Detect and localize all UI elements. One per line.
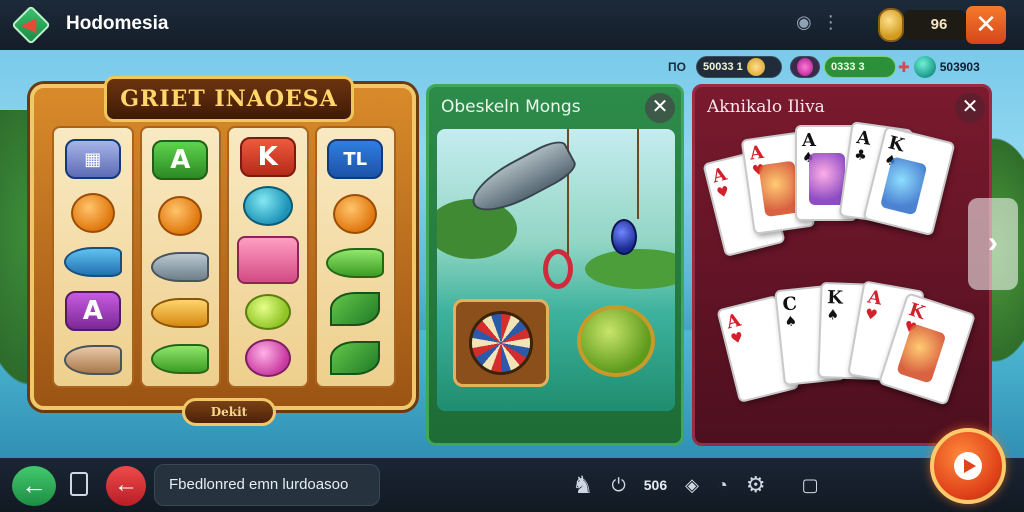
top-icons: ◉ ⋮ xyxy=(796,12,840,33)
slot-symbol-swirl-icon xyxy=(242,186,293,227)
gold-coin-icon xyxy=(878,8,904,42)
roulette-wheel-icon[interactable] xyxy=(453,299,549,387)
slot-symbol-fish-icon xyxy=(244,293,291,330)
slot-symbol-palm-icon xyxy=(330,340,381,375)
slot-symbol-a-icon: A xyxy=(152,140,209,180)
settings-dot-icon[interactable]: ◉ xyxy=(796,12,812,33)
close-button[interactable]: ✕ xyxy=(966,6,1006,44)
fishing-game-panel[interactable]: Obeskeln Mongs ✕ xyxy=(426,84,684,446)
next-arrow-icon[interactable]: › xyxy=(968,198,1018,290)
slot-symbol-shell-icon xyxy=(158,196,203,236)
reel-2: A xyxy=(139,126,221,388)
gear-icon[interactable]: ⚙ xyxy=(746,472,766,498)
play-button[interactable] xyxy=(930,428,1006,504)
return-button[interactable]: ← xyxy=(106,466,146,506)
card-rank: K xyxy=(826,287,844,309)
more-options-icon[interactable]: ⋮ xyxy=(822,12,840,33)
ring-lure-icon xyxy=(543,249,573,289)
chat-icon[interactable]: ▢ xyxy=(802,475,819,496)
back-button[interactable]: ← xyxy=(12,466,56,506)
card-rank: C xyxy=(781,293,799,316)
blue-lure-icon xyxy=(611,219,637,255)
fishing-line xyxy=(637,129,639,219)
bottom-bar: ← ← Fbedlonred emn lurdoasoo ♞ ⏻ 506 ◈ ◔… xyxy=(0,458,1024,512)
slot-symbol-fish-icon xyxy=(151,298,210,328)
slot-symbol-palm-icon xyxy=(330,292,381,327)
document-icon[interactable] xyxy=(70,472,88,496)
slot-symbol-fish-icon xyxy=(151,252,210,282)
card-title: Aknikalo Iliva xyxy=(707,97,825,117)
search-input[interactable]: Fbedlonred emn lurdoasoo xyxy=(154,464,380,506)
status-label: ПО xyxy=(668,60,686,74)
score-value: 503903 xyxy=(939,60,980,74)
slot-symbol-leaf-icon xyxy=(151,344,210,374)
card-rank: A xyxy=(802,130,816,151)
gem-pill xyxy=(790,56,820,78)
slot-symbol-k-icon: K xyxy=(239,136,296,177)
reel-3: K xyxy=(227,126,309,388)
gem-icon xyxy=(797,58,813,76)
card-game-panel[interactable]: Aknikalo Iliva ✕ A ♥ A ♥ A ♠ A ♣ K ♠ A ♥… xyxy=(692,84,992,446)
slot-symbol-shell-icon xyxy=(333,193,378,234)
top-bar: ◀ Hodomesia ◉ ⋮ 96 ✕ xyxy=(0,0,1024,50)
reel-4: TL xyxy=(314,126,396,388)
energy-pill: 0333 3 xyxy=(824,56,896,78)
energy-value: 0333 3 xyxy=(831,61,865,73)
fishing-close-button[interactable]: ✕ xyxy=(645,93,675,123)
coin-icon xyxy=(746,58,765,76)
slot-symbol-fish-icon xyxy=(244,339,291,378)
slot-reels: ▦ A A K TL xyxy=(52,126,396,388)
globe-icon[interactable] xyxy=(913,56,936,78)
reel-1: ▦ A xyxy=(52,126,134,388)
app-logo-icon[interactable]: ◀ xyxy=(11,5,51,45)
app-title: Hodomesia xyxy=(66,13,169,34)
slot-symbol-fish-icon xyxy=(63,247,122,277)
fishing-title: Obeskeln Mongs xyxy=(441,97,581,117)
slot-badge[interactable]: Dekit xyxy=(182,398,276,426)
add-button[interactable]: ✚ xyxy=(898,59,910,76)
bottom-toolbar: ♞ ⏻ 506 ◈ ◔ ⚙ ▢ xyxy=(572,470,819,500)
pet-icon[interactable]: ♞ xyxy=(572,471,594,500)
card-art xyxy=(809,153,845,205)
slot-symbol-a-icon: A xyxy=(64,291,121,331)
balance-value: 50033 1 xyxy=(703,61,743,73)
slot-symbol-fish-icon xyxy=(63,345,122,375)
diamond-icon[interactable]: ◈ xyxy=(685,475,699,496)
slot-title: GRIET INAOESA xyxy=(104,76,354,122)
green-coin-icon[interactable] xyxy=(577,305,655,377)
slot-symbol-fish-icon xyxy=(236,235,299,284)
fish-icon xyxy=(464,135,580,223)
bottom-count: 506 xyxy=(643,477,668,493)
balance-pill: 50033 1 xyxy=(696,56,782,78)
slot-symbol-shell-icon xyxy=(70,193,115,233)
coin-count: 96 xyxy=(904,10,966,40)
slot-symbol-frog-icon xyxy=(326,247,385,278)
power-icon[interactable]: ⏻ xyxy=(612,475,626,496)
status-strip: ПО 50033 1 0333 3 ✚ 503903 xyxy=(668,54,1024,80)
island-icon xyxy=(585,249,675,289)
slot-symbol-box-icon: ▦ xyxy=(64,139,121,179)
fishing-scene xyxy=(437,129,675,411)
timer-icon[interactable]: ◔ xyxy=(717,475,728,496)
slot-symbol-tl-icon: TL xyxy=(327,139,384,180)
card-close-button[interactable]: ✕ xyxy=(955,93,985,123)
slot-machine-panel[interactable]: GRIET INAOESA ▦ A A K TL Dekit xyxy=(30,76,416,426)
